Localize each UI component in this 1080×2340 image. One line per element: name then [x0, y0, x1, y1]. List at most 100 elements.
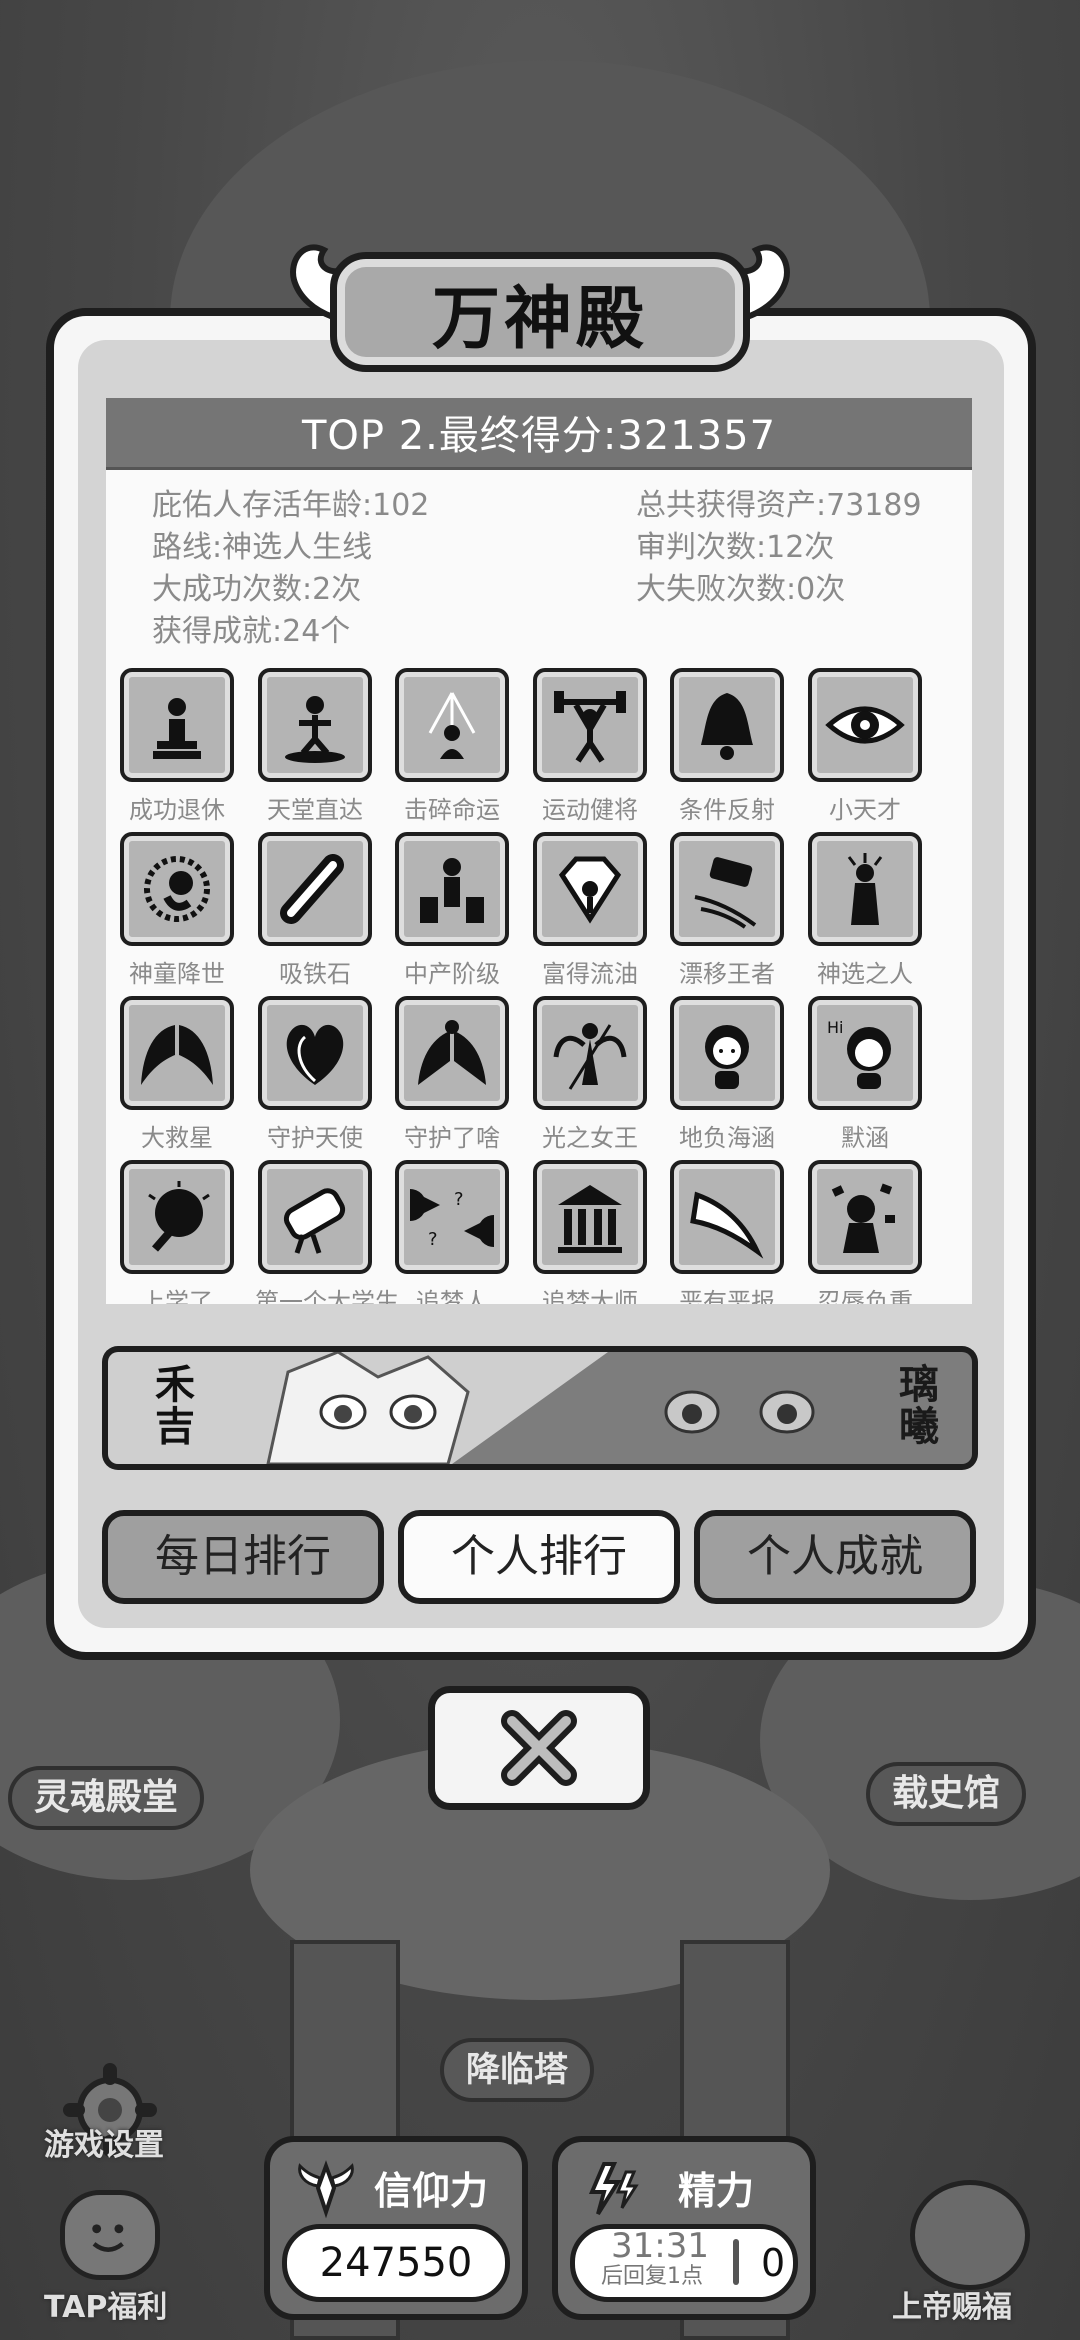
close-icon — [501, 1710, 577, 1786]
boomerang-icon — [670, 1160, 784, 1274]
achievement-label: 追梦大师 — [542, 1288, 638, 1304]
achievement-item[interactable]: 上学了 — [117, 1160, 237, 1304]
tab-personal-ranking[interactable]: 个人排行 — [398, 1510, 680, 1604]
energy-note: 后回复1点 — [601, 2264, 703, 2289]
tap-welfare-label[interactable]: TAP福利 — [44, 2282, 167, 2326]
achievement-item[interactable]: 击碎命运 — [392, 668, 512, 825]
stat-assets: 总共获得资产:73189 — [636, 488, 922, 523]
achievement-label: 小天才 — [829, 796, 901, 824]
achievement-label: 条件反射 — [679, 796, 775, 824]
energy-value-box: 31:31 后回复1点 0 — [570, 2224, 798, 2302]
achievement-item[interactable]: 小天才 — [805, 668, 925, 825]
game-settings-label[interactable]: 游戏设置 — [44, 2120, 164, 2164]
achievement-item[interactable]: 天堂直达 — [255, 668, 375, 825]
energy-panel[interactable]: 精力 31:31 后回复1点 0 — [552, 2136, 816, 2320]
wings-icon — [120, 996, 234, 1110]
achievement-label: 运动健将 — [542, 796, 638, 824]
achievement-label: 神选之人 — [817, 960, 913, 988]
faith-label: 信仰力 — [374, 2169, 489, 2213]
magnet-icon — [258, 832, 372, 946]
soul-hall-button[interactable]: 灵魂殿堂 — [8, 1766, 205, 1830]
achievement-label: 恶有恶报 — [679, 1288, 775, 1304]
achievement-label: 富得流油 — [542, 960, 638, 988]
character-left-name: 禾吉 — [155, 1362, 195, 1450]
achievement-label: 大救星 — [141, 1124, 213, 1152]
burden-icon — [808, 1160, 922, 1274]
achievement-label: 默涵 — [841, 1124, 889, 1152]
achievement-item[interactable]: Hi 默涵 — [805, 996, 925, 1153]
shatter-fate-icon — [395, 668, 509, 782]
lightning-icon — [588, 2162, 639, 2216]
achievement-item[interactable]: 光之女王 — [530, 996, 650, 1153]
baby-icon — [120, 832, 234, 946]
divider — [733, 2239, 739, 2285]
achievement-label: 光之女王 — [542, 1124, 638, 1152]
energy-value: 0 — [761, 2241, 786, 2285]
faith-panel[interactable]: 信仰力 247550 — [264, 2136, 528, 2320]
close-button[interactable] — [428, 1686, 650, 1810]
achievement-label: 守护了啥 — [404, 1124, 500, 1152]
achievement-item[interactable]: 中产阶级 — [392, 832, 512, 989]
achievement-item[interactable]: 运动健将 — [530, 668, 650, 825]
achievement-item[interactable]: 守护了啥 — [392, 996, 512, 1153]
achievement-item[interactable]: 追梦大师 — [530, 1160, 650, 1304]
stat-age: 庇佑人存活年龄:102 — [152, 488, 430, 523]
achievement-label: 第一个大学生 — [255, 1288, 399, 1304]
fallen-angel-icon — [395, 996, 509, 1110]
stat-achievements-count: 获得成就:24个 — [152, 614, 351, 649]
achievement-item[interactable]: 吸铁石 — [255, 832, 375, 989]
weightlifting-icon — [533, 668, 647, 782]
pacman-icon: ?? — [395, 1160, 509, 1274]
drift-car-icon — [670, 832, 784, 946]
achievement-label: 神童降世 — [129, 960, 225, 988]
energy-timer: 31:31 — [611, 2226, 709, 2266]
title-plate: 万神殿 — [330, 252, 750, 372]
girl-icon — [670, 996, 784, 1110]
achievement-label: 天堂直达 — [267, 796, 363, 824]
score-header: TOP 2.最终得分:321357 — [106, 398, 972, 470]
svg-text:?: ? — [454, 1189, 464, 1210]
girl-hi-icon: Hi — [808, 996, 922, 1110]
achievement-item[interactable]: 漂移王者 — [667, 832, 787, 989]
achievement-label: 追梦人 — [416, 1288, 488, 1304]
stat-great-failure: 大失败次数:0次 — [636, 572, 846, 607]
chosen-one-icon — [808, 832, 922, 946]
achievement-item[interactable]: 恶有恶报 — [667, 1160, 787, 1304]
god-avatar-icon[interactable] — [910, 2180, 1030, 2290]
achievement-label: 守护天使 — [267, 1124, 363, 1152]
achievement-item[interactable]: 大救星 — [117, 996, 237, 1153]
tab-personal-achievements[interactable]: 个人成就 — [694, 1510, 976, 1604]
tap-welfare-icon[interactable] — [60, 2190, 160, 2280]
descend-tower-button[interactable]: 降临塔 — [440, 2038, 594, 2102]
heaven-icon — [258, 668, 372, 782]
achievement-item[interactable]: 第一个大学生 — [255, 1160, 399, 1304]
faith-value: 247550 — [282, 2224, 510, 2302]
stat-route: 路线:神选人生线 — [152, 530, 373, 565]
achievement-item[interactable]: 守护天使 — [255, 996, 375, 1153]
achievement-item[interactable]: ?? 追梦人 — [392, 1160, 512, 1304]
dialog-title: 万神殿 — [431, 279, 648, 359]
history-hall-button[interactable]: 载史馆 — [866, 1762, 1027, 1826]
achievement-label: 击碎命运 — [404, 796, 500, 824]
school-icon — [120, 1160, 234, 1274]
stat-great-success: 大成功次数:2次 — [152, 572, 362, 607]
achievement-item[interactable]: 富得流油 — [530, 832, 650, 989]
retire-icon — [120, 668, 234, 782]
tab-daily-ranking[interactable]: 每日排行 — [102, 1510, 384, 1604]
stat-judgements: 审判次数:12次 — [636, 530, 835, 565]
achievement-item[interactable]: 条件反射 — [667, 668, 787, 825]
energy-label: 精力 — [678, 2169, 755, 2213]
achievement-label: 忍辱负重 — [817, 1288, 913, 1304]
achievement-item[interactable]: 地负海涵 — [667, 996, 787, 1153]
achievement-item[interactable]: 神选之人 — [805, 832, 925, 989]
god-blessing-label[interactable]: 上帝赐福 — [892, 2282, 1012, 2326]
svg-text:?: ? — [428, 1229, 438, 1250]
diploma-icon — [258, 1160, 372, 1274]
achievement-label: 中产阶级 — [404, 960, 500, 988]
achievement-item[interactable]: 神童降世 — [117, 832, 237, 989]
achievement-label: 成功退休 — [129, 796, 225, 824]
character-banner[interactable]: 禾吉 璃曦 — [102, 1346, 978, 1470]
achievement-label: 地负海涵 — [679, 1124, 775, 1152]
achievement-item[interactable]: 忍辱负重 — [805, 1160, 925, 1304]
achievement-item[interactable]: 成功退休 — [117, 668, 237, 825]
